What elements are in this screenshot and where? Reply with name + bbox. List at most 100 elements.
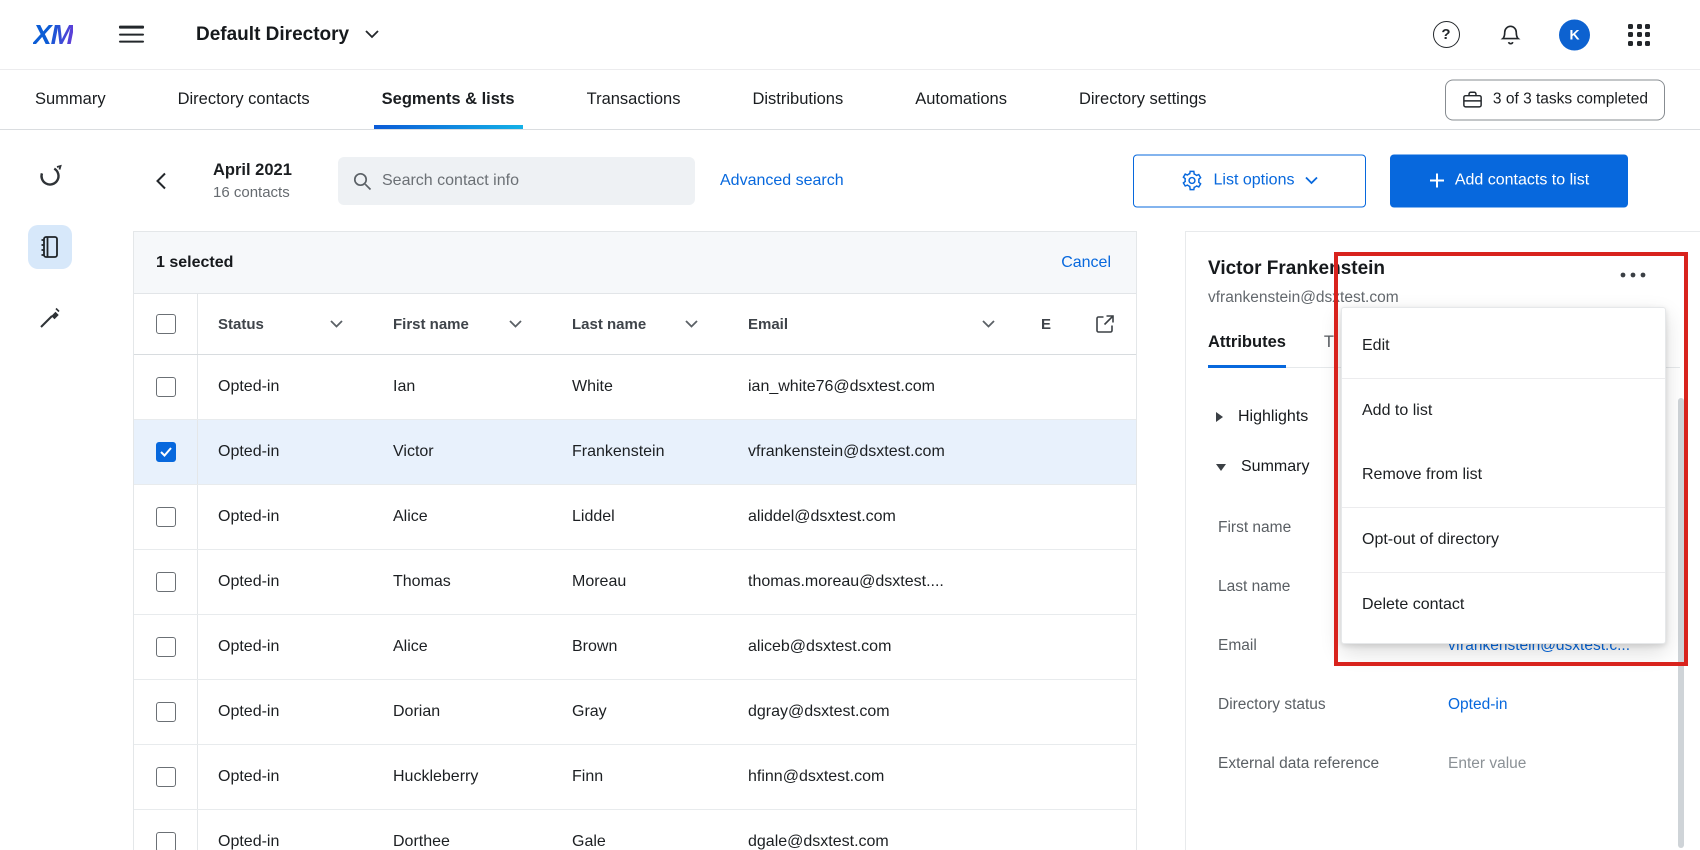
panel-scrollbar[interactable]	[1678, 398, 1684, 848]
cell-last-name: Frankenstein	[552, 420, 728, 484]
sidebar-item-segments[interactable]	[28, 154, 72, 198]
add-contacts-button[interactable]: Add contacts to list	[1390, 154, 1628, 207]
contact-list-icon	[37, 234, 63, 260]
tab-transactions[interactable]: Transactions	[587, 70, 681, 129]
advanced-search-link[interactable]: Advanced search	[720, 172, 844, 190]
cell-status: Opted-in	[198, 680, 373, 744]
cell-first-name: Alice	[373, 615, 552, 679]
contact-count: 16 contacts	[213, 184, 292, 201]
hamburger-menu-icon[interactable]	[119, 21, 144, 48]
help-icon: ?	[1433, 21, 1460, 48]
column-header-last-name[interactable]: Last name	[552, 294, 728, 354]
cell-last-name: Liddel	[552, 485, 728, 549]
row-checkbox[interactable]	[156, 377, 176, 397]
table-row[interactable]: Opted-in Ian White ian_white76@dsxtest.c…	[134, 355, 1136, 420]
contact-actions-button[interactable]	[1614, 266, 1652, 284]
tab-automations[interactable]: Automations	[915, 70, 1007, 129]
select-all-checkbox[interactable]	[156, 314, 176, 334]
row-checkbox[interactable]	[156, 702, 176, 722]
table-row[interactable]: Opted-in Alice Liddel aliddel@dsxtest.co…	[134, 485, 1136, 550]
chevron-right-icon	[1216, 412, 1223, 422]
check-icon	[160, 447, 172, 457]
search-input[interactable]	[382, 172, 681, 190]
row-checkbox-checked[interactable]	[156, 442, 176, 462]
cell-email: ian_white76@dsxtest.com	[728, 355, 1025, 419]
chevron-down-icon	[509, 320, 522, 328]
menu-item-remove-from-list[interactable]: Remove from list	[1342, 443, 1665, 507]
tasks-completed-badge[interactable]: 3 of 3 tasks completed	[1445, 79, 1665, 120]
tab-summary[interactable]: Summary	[35, 70, 106, 129]
selection-count: 1 selected	[156, 254, 233, 272]
row-checkbox[interactable]	[156, 572, 176, 592]
list-options-label: List options	[1214, 172, 1295, 190]
chevron-down-icon	[1216, 464, 1226, 471]
menu-item-delete-contact[interactable]: Delete contact	[1342, 573, 1665, 637]
row-checkbox[interactable]	[156, 507, 176, 527]
ellipsis-icon	[1620, 272, 1646, 278]
back-button[interactable]	[150, 166, 172, 195]
export-button[interactable]	[1073, 294, 1136, 354]
tab-touchpoints[interactable]: T	[1324, 333, 1334, 367]
cell-first-name: Dorian	[373, 680, 552, 744]
sidebar-item-tools[interactable]	[28, 296, 72, 340]
tab-attributes[interactable]: Attributes	[1208, 333, 1286, 368]
tab-directory-contacts[interactable]: Directory contacts	[178, 70, 310, 129]
user-avatar[interactable]: K	[1559, 19, 1590, 50]
row-checkbox[interactable]	[156, 767, 176, 787]
summary-label: Summary	[1241, 458, 1309, 476]
table-row-selected[interactable]: Opted-in Victor Frankenstein vfrankenste…	[134, 420, 1136, 485]
column-header-status[interactable]: Status	[198, 294, 373, 354]
menu-item-opt-out[interactable]: Opt-out of directory	[1342, 508, 1665, 572]
field-value[interactable]: Opted-in	[1448, 696, 1507, 714]
sidebar-item-contacts[interactable]	[28, 225, 72, 269]
contact-search[interactable]	[338, 157, 695, 205]
field-external-data-reference: External data reference Enter value	[1218, 734, 1700, 793]
cell-first-name: Victor	[373, 420, 552, 484]
cell-last-name: Brown	[552, 615, 728, 679]
cancel-selection-link[interactable]: Cancel	[1061, 254, 1111, 272]
topbar: XM Default Directory ? K	[0, 0, 1700, 70]
column-header-email[interactable]: Email	[728, 294, 1025, 354]
cell-last-name: Moreau	[552, 550, 728, 614]
xm-logo: XM	[33, 19, 73, 51]
column-header-first-name[interactable]: First name	[373, 294, 552, 354]
table-row[interactable]: Opted-in Alice Brown aliceb@dsxtest.com	[134, 615, 1136, 680]
table-row[interactable]: Opted-in Dorthee Gale dgale@dsxtest.com	[134, 810, 1136, 850]
cell-email: aliddel@dsxtest.com	[728, 485, 1025, 549]
chevron-down-icon	[982, 320, 995, 328]
tab-distributions[interactable]: Distributions	[752, 70, 843, 129]
row-checkbox[interactable]	[156, 637, 176, 657]
help-button[interactable]: ?	[1431, 20, 1461, 50]
table-row[interactable]: Opted-in Huckleberry Finn hfinn@dsxtest.…	[134, 745, 1136, 810]
selection-bar: 1 selected Cancel	[134, 232, 1136, 294]
table-row[interactable]: Opted-in Dorian Gray dgray@dsxtest.com	[134, 680, 1136, 745]
cell-email: thomas.moreau@dsxtest....	[728, 550, 1025, 614]
chevron-down-icon	[685, 320, 698, 328]
table-header-row: Status First name Last name Email E	[134, 294, 1136, 355]
column-header-external[interactable]: E	[1025, 294, 1073, 354]
app-switcher-icon[interactable]	[1628, 24, 1650, 46]
menu-item-edit[interactable]: Edit	[1342, 314, 1665, 378]
chevron-left-icon	[156, 172, 166, 189]
cell-status: Opted-in	[198, 550, 373, 614]
contacts-table: 1 selected Cancel Status First name Last…	[133, 231, 1137, 850]
tasks-completed-label: 3 of 3 tasks completed	[1493, 91, 1648, 109]
field-directory-status: Directory status Opted-in	[1218, 675, 1700, 734]
row-checkbox[interactable]	[156, 832, 176, 850]
list-name: April 2021	[213, 161, 292, 180]
bell-icon	[1499, 22, 1522, 47]
table-row[interactable]: Opted-in Thomas Moreau thomas.moreau@dsx…	[134, 550, 1136, 615]
directory-selector[interactable]: Default Directory	[196, 24, 379, 46]
tab-segments-lists[interactable]: Segments & lists	[382, 70, 515, 129]
highlights-label: Highlights	[1238, 408, 1308, 426]
contact-context-menu: Edit Add to list Remove from list Opt-ou…	[1341, 307, 1666, 644]
cell-last-name: Finn	[552, 745, 728, 809]
notifications-button[interactable]	[1495, 20, 1525, 50]
list-options-button[interactable]: List options	[1133, 154, 1366, 207]
tab-directory-settings[interactable]: Directory settings	[1079, 70, 1206, 129]
field-value-placeholder[interactable]: Enter value	[1448, 755, 1526, 773]
cell-status: Opted-in	[198, 615, 373, 679]
directory-selector-label: Default Directory	[196, 24, 349, 46]
main-nav: Summary Directory contacts Segments & li…	[0, 70, 1700, 130]
menu-item-add-to-list[interactable]: Add to list	[1342, 379, 1665, 443]
